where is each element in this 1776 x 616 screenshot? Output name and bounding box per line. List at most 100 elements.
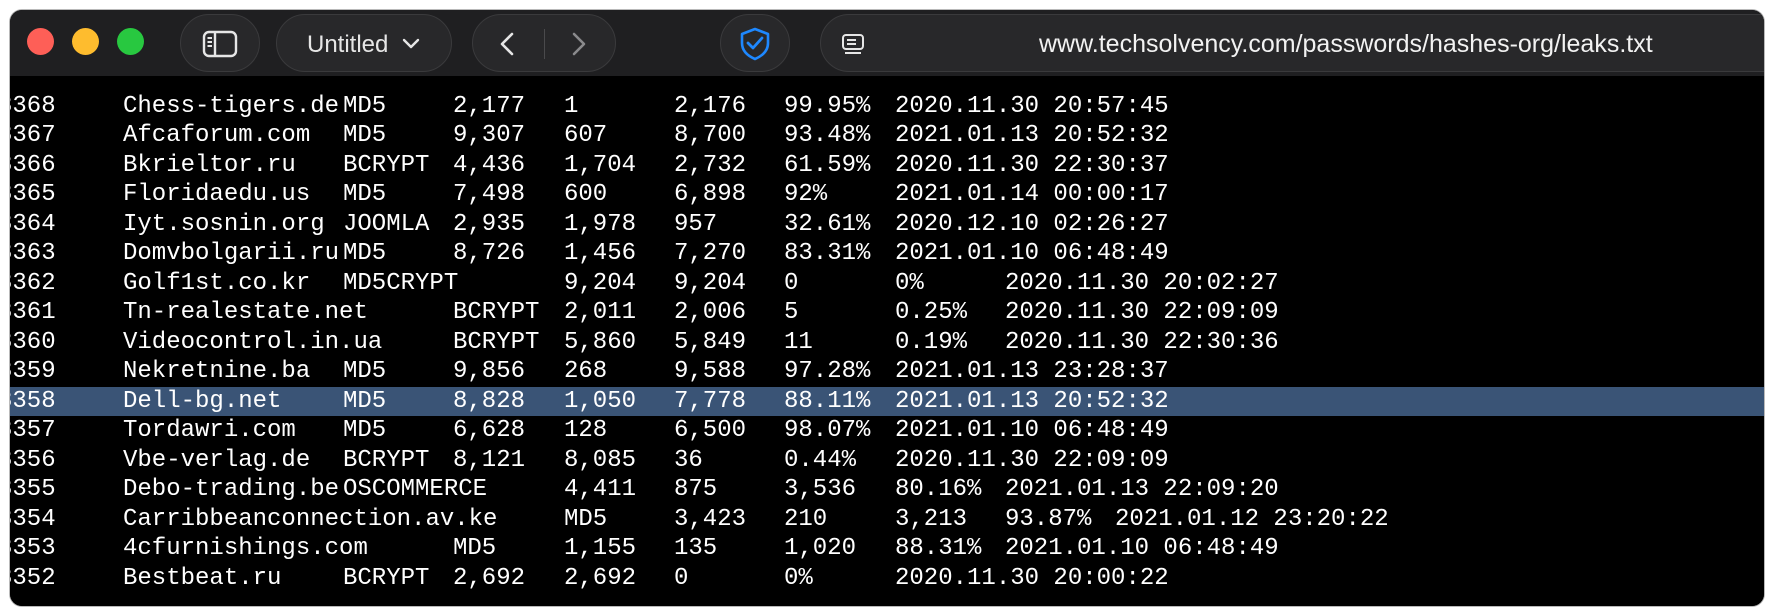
table-cell: Bkrieltor.ru	[123, 151, 296, 179]
table-cell: ▔▔▔▔ ▔▔▔▔▔▔▔▔▔▔▔▔▔▔ ▔▔▔ ▔▔▔▔▔ ▔▔▔▔▔ ▔▔▔▔…	[10, 76, 1266, 90]
table-row[interactable]: 8353 4cfurnishings.com MD5 1,155 135 1,020 88.…	[10, 534, 1764, 564]
table-cell: JOOMLA	[343, 210, 430, 238]
table-cell: 600	[564, 181, 608, 208]
table-row[interactable]: 8359 Nekretnine.ba MD5 9,856 268 9,588 97.28% 2…	[10, 357, 1764, 387]
maximize-window-button[interactable]	[117, 28, 144, 55]
table-cell: Dell-bg.net	[123, 387, 282, 415]
tab-group-label: Untitled	[307, 31, 389, 58]
table-cell: 2,935	[453, 210, 526, 238]
table-cell: 8,700	[674, 122, 747, 149]
table-cell: 2021.01.12 23:20:22	[1115, 505, 1389, 533]
table-cell: 2,692	[453, 564, 526, 592]
table-cell: 2,732	[674, 151, 747, 179]
table-cell: 8,085	[564, 446, 637, 474]
table-cell: OSCOMMERCE	[343, 476, 488, 503]
sidebar-toggle-button[interactable]	[180, 14, 260, 72]
privacy-report-button[interactable]	[720, 14, 790, 72]
table-cell: 97.28%	[784, 358, 871, 385]
table-cell: 8361	[10, 299, 56, 326]
address-bar[interactable]: www.techsolvency.com/passwords/hashes-or…	[820, 14, 1764, 72]
table-row[interactable]: 8362 Golf1st.co.kr MD5CRYPT 9,204 9,204 0 0% 20…	[10, 269, 1764, 299]
table-cell: 2020.11.30 20:57:45	[895, 92, 1169, 120]
table-cell: 0	[674, 564, 689, 592]
table-row[interactable]: 8357 Tordawri.com MD5 6,628 128 6,500 98.07% 20…	[10, 416, 1764, 446]
table-cell: 1,020	[784, 535, 857, 562]
table-row[interactable]: 8360 Videocontrol.in.ua BCRYPT 5,860 5,849 11…	[10, 328, 1764, 358]
table-cell: 2,006	[674, 299, 747, 326]
table-cell: 8358	[10, 387, 56, 415]
reader-icon[interactable]	[841, 33, 865, 57]
table-cell: 7,270	[674, 240, 747, 267]
table-row[interactable]: 8361 Tn-realestate.net BCRYPT 2,011 2,006 5 0.…	[10, 298, 1764, 328]
table-cell: 2021.01.13 23:28:37	[895, 358, 1169, 385]
table-row[interactable]: 8358 Dell-bg.net MD5 8,828 1,050 7,778 88.11% 2…	[10, 386, 1764, 416]
navigation-group	[472, 14, 616, 72]
table-cell: Videocontrol.in.ua	[123, 328, 383, 356]
table-cell: 61.59%	[784, 151, 871, 179]
table-cell: 8363	[10, 240, 56, 267]
table-cell: 8357	[10, 417, 56, 444]
table-row[interactable]: 8368 Chess-tigers.deMD5 2,177 1 2,176 99.95% 2…	[10, 92, 1764, 122]
table-row[interactable]: 8364 Iyt.sosnin.org JOOMLA 2,935 1,978 957 32.…	[10, 210, 1764, 240]
table-row[interactable]: 8354 Carribbeanconnection.av.ke MD5 3,423 21…	[10, 505, 1764, 535]
table-cell: Chess-tigers.de	[123, 92, 340, 120]
table-cell: 98.07%	[784, 417, 871, 444]
back-icon[interactable]	[495, 31, 521, 57]
table-cell: Domvbolgarii.ru	[123, 240, 340, 267]
minimize-window-button[interactable]	[72, 28, 99, 55]
table-cell: Tordawri.com	[123, 417, 296, 444]
table-cell: MD5	[564, 505, 608, 533]
table-cell: 8356	[10, 446, 56, 474]
table-cell: 88.11%	[784, 387, 871, 415]
browser-window: Untitled www.techsolvency.com/passwords/…	[10, 10, 1764, 606]
browser-toolbar: Untitled www.techsolvency.com/passwords/…	[10, 10, 1764, 76]
table-row[interactable]: 8366 Bkrieltor.ru BCRYPT 4,436 1,704 2,732 61.…	[10, 151, 1764, 181]
table-cell: 0.19%	[895, 328, 968, 356]
table-cell: 80.16%	[895, 476, 982, 503]
table-cell: Bestbeat.ru	[123, 564, 282, 592]
table-cell: 2,177	[453, 92, 526, 120]
table-cell: 8,726	[453, 240, 526, 267]
table-cell: 8367	[10, 122, 56, 149]
forward-icon[interactable]	[565, 31, 591, 57]
table-cell: 1,155	[564, 535, 637, 562]
table-cell: BCRYPT	[453, 299, 540, 326]
table-cell: 6,898	[674, 181, 747, 208]
sidebar-icon	[202, 30, 238, 58]
table-cell: 8360	[10, 328, 56, 356]
table-cell: 2021.01.14 00:00:17	[895, 181, 1169, 208]
table-row[interactable]: 8355 Debo-trading.beOSCOMMERCE 4,411 875 3,5…	[10, 475, 1764, 505]
table-cell: 2020.11.30 20:00:22	[895, 564, 1169, 592]
table-cell: BCRYPT	[453, 328, 540, 356]
table-cell: 8355	[10, 476, 56, 503]
table-cell: 83.31%	[784, 240, 871, 267]
table-cell: 93.87%	[1005, 505, 1092, 533]
table-cell: 92%	[784, 181, 828, 208]
table-row[interactable]: 8365 Floridaedu.us MD5 7,498 600 6,898 92% 2021…	[10, 180, 1764, 210]
table-cell: 4cfurnishings.com	[123, 535, 368, 562]
table-row[interactable]: 8356 Vbe-verlag.de BCRYPT 8,121 8,085 36 0.44%…	[10, 446, 1764, 476]
table-cell: 8364	[10, 210, 56, 238]
table-cell: 135	[674, 535, 718, 562]
table-row[interactable]: 8367 Afcaforum.com MD5 9,307 607 8,700 93.48% 2…	[10, 121, 1764, 151]
table-cell: 8352	[10, 564, 56, 592]
table-row[interactable]: 8363 Domvbolgarii.ruMD5 8,726 1,456 7,270 83.…	[10, 239, 1764, 269]
table-cell: BCRYPT	[343, 446, 430, 474]
table-cell: MD5	[343, 358, 387, 385]
table-cell: 0	[784, 269, 799, 297]
table-cell: 0%	[784, 564, 813, 592]
table-row[interactable]: 8352 Bestbeat.ru BCRYPT 2,692 2,692 0 0% 2020.1…	[10, 564, 1764, 594]
tab-group-button[interactable]: Untitled	[276, 14, 452, 72]
table-cell: 1,456	[564, 240, 637, 267]
table-cell: MD5	[343, 387, 387, 415]
table-cell: 88.31%	[895, 535, 982, 562]
table-cell: MD5	[343, 240, 387, 267]
close-window-button[interactable]	[27, 28, 54, 55]
table-cell: 8,828	[453, 387, 526, 415]
table-cell: BCRYPT	[343, 151, 430, 179]
table-cell: 9,204	[564, 269, 637, 297]
table-cell: 8,121	[453, 446, 526, 474]
table-cell: 1	[564, 92, 579, 120]
table-cell: 32.61%	[784, 210, 871, 238]
page-content: ▔▔▔▔ ▔▔▔▔▔▔▔▔▔▔▔▔▔▔ ▔▔▔ ▔▔▔▔▔ ▔▔▔▔▔ ▔▔▔▔…	[10, 76, 1764, 606]
